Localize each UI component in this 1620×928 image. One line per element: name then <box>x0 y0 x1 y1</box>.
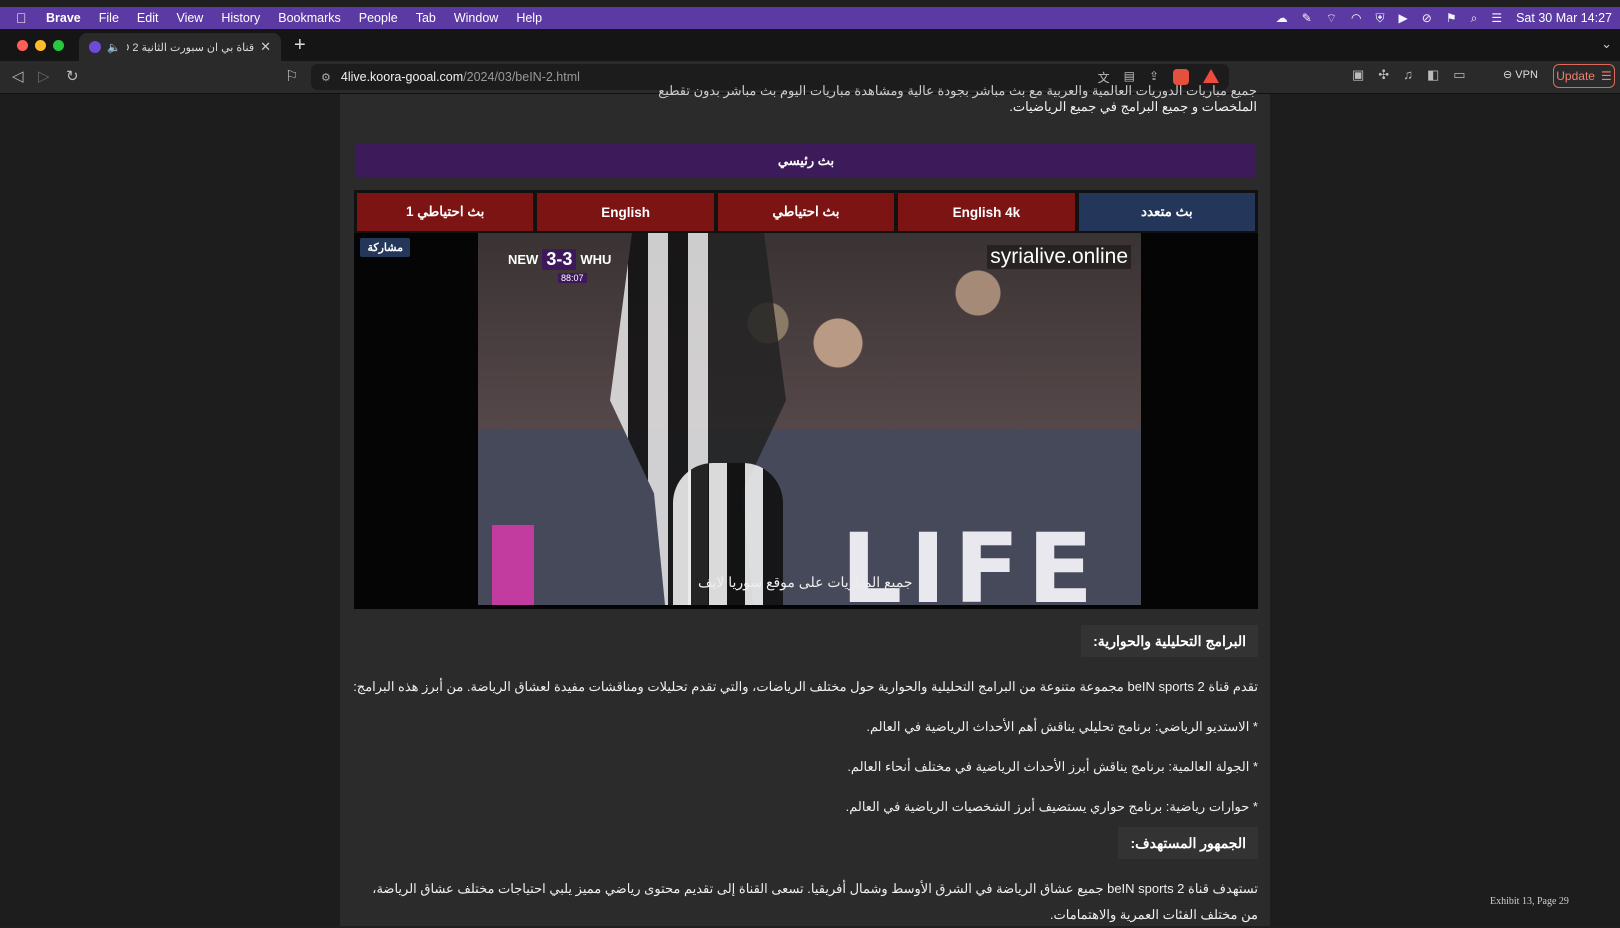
apple-icon[interactable]:  <box>16 10 32 26</box>
program-item: * الاستديو الرياضي: برنامج تحليلي يناقش … <box>866 719 1258 734</box>
section-heading-audience: الجمهور المستهدف: <box>1118 827 1258 859</box>
browser-tab[interactable]: 🔈 قناة بي ان سبورت الثانية 2 HD ✕ <box>79 33 281 61</box>
exhibit-label: Exhibit 13, Page 29 <box>1490 896 1569 907</box>
menu-bookmarks[interactable]: Bookmarks <box>278 11 341 25</box>
server-button-english[interactable]: English <box>537 193 714 231</box>
reload-button[interactable]: ↻ <box>66 67 79 85</box>
menu-people[interactable]: People <box>359 11 398 25</box>
feather-icon[interactable]: ✎ <box>1302 11 1312 25</box>
menu-bar:  Brave File Edit View History Bookmarks… <box>0 7 1620 29</box>
play-icon[interactable]: ▶ <box>1399 11 1408 25</box>
match-clock: 88:07 <box>558 273 587 283</box>
board-text: LIFE <box>840 513 1101 605</box>
menu-help[interactable]: Help <box>516 11 542 25</box>
search-icon[interactable]: ⌕ <box>1471 11 1478 26</box>
menu-file[interactable]: File <box>99 11 119 25</box>
away-team: WHU <box>580 252 612 267</box>
control-center-icon[interactable]: ☰ <box>1491 11 1502 25</box>
sidebar-icon[interactable]: ◧ <box>1427 67 1439 83</box>
board-logo <box>492 525 534 605</box>
vpn-label: VPN <box>1515 69 1538 81</box>
program-item: * حوارات رياضية: برنامج حواري يستضيف أبر… <box>845 799 1258 814</box>
server-button-english-4k[interactable]: English 4k <box>898 193 1075 231</box>
web-page: جميع مباريات الدوريات العالمية والعربية … <box>0 83 1620 926</box>
bookmark-icon[interactable]: ⚐ <box>285 67 298 85</box>
server-selector: بث متعدد English 4k بث احتياطي English ب… <box>354 190 1258 234</box>
menu-edit[interactable]: Edit <box>137 11 159 25</box>
menu-icon: ☰ <box>1600 69 1612 83</box>
site-settings-icon[interactable]: ⚙ <box>321 71 331 84</box>
article-content: جميع مباريات الدوريات العالمية والعربية … <box>340 83 1270 926</box>
menu-app[interactable]: Brave <box>46 11 81 25</box>
headphones-icon[interactable]: ◠ <box>1351 11 1361 25</box>
intro-cut-line: جميع مباريات الدوريات العالمية والعربية … <box>658 83 1257 98</box>
tab-close-icon[interactable]: ✕ <box>260 39 271 55</box>
back-button[interactable]: ◁ <box>12 67 24 85</box>
cloud-icon[interactable]: ☁ <box>1276 11 1288 25</box>
extensions-icon[interactable]: ✣ <box>1378 67 1389 83</box>
wifi-off-icon[interactable]: ⊘ <box>1422 11 1432 25</box>
tab-title: قناة بي ان سبورت الثانية 2 HD <box>127 41 255 54</box>
window-minimize-button[interactable] <box>35 40 46 51</box>
shield-status-icon[interactable]: ⛨ <box>1376 11 1385 26</box>
server-button-multi[interactable]: بث متعدد <box>1078 193 1255 231</box>
audio-playing-icon[interactable]: 🔈 <box>107 41 121 54</box>
new-tab-button[interactable]: + <box>294 34 306 57</box>
flag-icon[interactable]: ⚑ <box>1446 11 1457 25</box>
menu-tab[interactable]: Tab <box>416 11 436 25</box>
clock[interactable]: Sat 30 Mar 14:27 <box>1516 11 1612 25</box>
chevron-down-icon[interactable]: ⌄ <box>1601 36 1612 52</box>
tab-strip: 🔈 قناة بي ان سبورت الثانية 2 HD ✕ + ⌄ <box>0 29 1620 61</box>
server-button-backup-1[interactable]: بث احتياطي 1 <box>356 193 534 231</box>
wallet-icon[interactable]: ▭ <box>1453 67 1465 83</box>
video-player[interactable]: LIFE NEW 3-3 WHU 88:07 syrialive.online … <box>354 233 1258 609</box>
video-subtitle: جميع المباريات على موقع سوريا لايف <box>698 574 913 590</box>
window-close-button[interactable] <box>17 40 28 51</box>
site-favicon-icon <box>89 41 101 53</box>
update-button[interactable]: Update ☰ <box>1553 64 1615 88</box>
home-team: NEW <box>508 252 539 267</box>
forward-button[interactable]: ▷ <box>38 67 50 85</box>
programs-paragraph: تقدم قناة beIN sports 2 مجموعة متنوعة من… <box>353 679 1258 694</box>
wifi-icon[interactable]: ⌔ <box>1326 11 1337 26</box>
server-button-backup[interactable]: بث احتياطي <box>717 193 895 231</box>
share-button[interactable]: مشاركة <box>360 238 410 257</box>
scoreboard: NEW 3-3 WHU <box>508 249 611 270</box>
video-watermark: syrialive.online <box>987 245 1131 269</box>
vpn-button[interactable]: ⊖ VPN <box>1503 68 1538 81</box>
main-stream-button[interactable]: بث رئيسي <box>356 144 1256 178</box>
update-label: Update <box>1556 69 1595 83</box>
menu-window[interactable]: Window <box>454 11 498 25</box>
intro-paragraph: جميع مباريات الدوريات العالمية والعربية … <box>352 83 1257 120</box>
translate-extension-icon[interactable]: ▣ <box>1352 67 1364 83</box>
audience-paragraph: تستهدف قناة beIN sports 2 جميع عشاق الري… <box>372 881 1258 922</box>
video-frame[interactable]: LIFE NEW 3-3 WHU 88:07 syrialive.online … <box>478 233 1141 605</box>
menu-view[interactable]: View <box>176 11 203 25</box>
match-score: 3-3 <box>542 249 577 270</box>
media-icon[interactable]: ♫ <box>1403 67 1413 83</box>
window-maximize-button[interactable] <box>53 40 64 51</box>
section-heading-programs: البرامج التحليلية والحوارية: <box>1081 625 1258 657</box>
menu-history[interactable]: History <box>221 11 260 25</box>
program-item: * الجولة العالمية: برنامج يناقش أبرز الأ… <box>847 759 1258 774</box>
